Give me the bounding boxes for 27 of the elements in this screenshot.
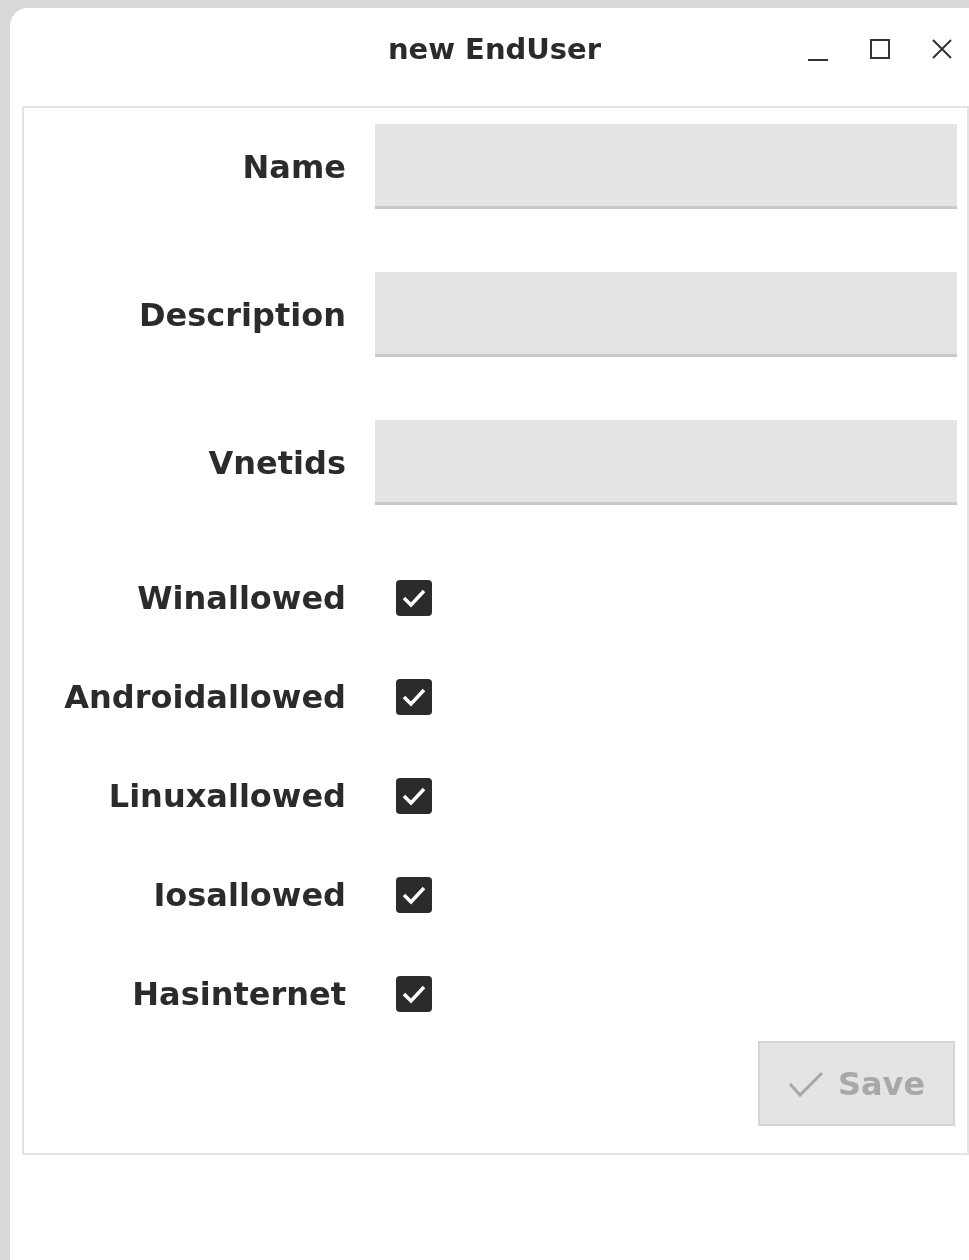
check-icon: [401, 983, 427, 1005]
field-label: Linuxallowed: [107, 776, 346, 817]
text-field[interactable]: [375, 272, 957, 357]
checkbox[interactable]: [396, 976, 432, 1012]
check-icon: [401, 785, 427, 807]
field-label: Hasinternet: [131, 974, 346, 1015]
field-label: Vnetids: [207, 442, 346, 484]
minimize-icon: [808, 58, 828, 62]
checkbox[interactable]: [396, 580, 432, 616]
close-icon: [931, 38, 953, 60]
maximize-button[interactable]: [867, 36, 893, 62]
field-label: Description: [138, 294, 346, 336]
window-title: new EndUser: [387, 31, 602, 69]
field-label: Androidallowed: [63, 677, 346, 718]
check-icon: [401, 686, 427, 708]
checkbox[interactable]: [396, 877, 432, 913]
check-icon: [787, 1069, 824, 1098]
text-field[interactable]: [375, 420, 957, 505]
field-label: Name: [241, 146, 346, 188]
check-icon: [401, 587, 427, 609]
maximize-icon: [870, 39, 890, 59]
text-field[interactable]: [375, 124, 957, 209]
check-icon: [401, 884, 427, 906]
field-label: Winallowed: [136, 578, 346, 619]
checkbox[interactable]: [396, 679, 432, 715]
field-label: Iosallowed: [152, 875, 346, 916]
checkbox[interactable]: [396, 778, 432, 814]
